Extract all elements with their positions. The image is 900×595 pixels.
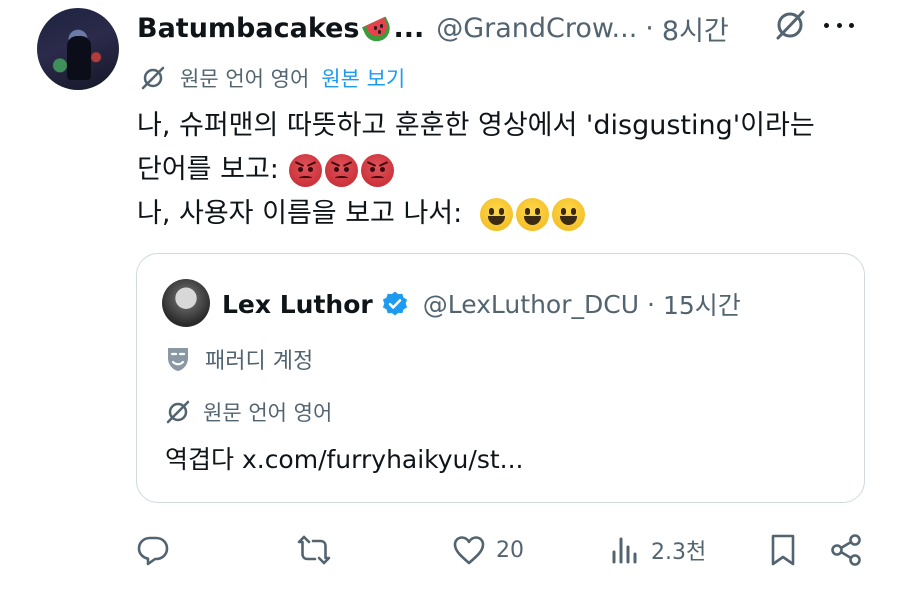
parody-label-row: 패러디 계정 (165, 341, 313, 377)
tweet-actions-bar: 20 2.3천 (0, 524, 900, 576)
quoted-separator: · (647, 289, 655, 319)
like-count: 20 (496, 537, 524, 563)
header-separator: · (645, 12, 654, 44)
angry-face-icon (324, 153, 358, 187)
show-original-link[interactable]: 원본 보기 (321, 63, 405, 93)
views-icon (612, 537, 637, 564)
repost-button[interactable] (296, 524, 332, 576)
tweet-header: Batumbacakes ... @GrandCrow... · 8시간 (137, 8, 880, 48)
quoted-translate-label: 원문 언어 영어 (203, 401, 333, 425)
author-handle[interactable]: @GrandCrow... (436, 13, 637, 44)
translate-label: 원문 언어 영어 (180, 67, 310, 91)
angry-face-icon (288, 153, 322, 187)
reply-button[interactable] (136, 524, 170, 576)
quoted-time[interactable]: 15시간 (663, 286, 741, 322)
heart-icon (453, 536, 485, 565)
views-button[interactable]: 2.3천 (609, 524, 706, 576)
bookmark-icon (771, 534, 795, 566)
parody-label: 패러디 계정 (205, 349, 314, 374)
views-count: 2.3천 (651, 540, 707, 565)
grinning-face-icon (516, 197, 550, 231)
author-display-name[interactable]: Batumbacakes (137, 13, 359, 44)
quoted-author-name[interactable]: Lex Luthor (222, 290, 373, 319)
share-icon (831, 534, 861, 566)
tweet-line-1: 나, 슈퍼맨의 따뜻하고 훈훈한 영상에서 'disgusting'이라는 (137, 110, 815, 141)
translate-icon (166, 400, 190, 424)
reply-icon (137, 536, 169, 566)
quoted-author-handle[interactable]: @LexLuthor_DCU (423, 290, 639, 319)
name-ellipsis: ... (393, 12, 425, 44)
angry-face-icon (360, 153, 394, 187)
watermelon-icon (362, 15, 395, 46)
share-button[interactable] (829, 524, 863, 576)
translate-icon (141, 66, 165, 90)
parody-mask-icon (168, 348, 188, 371)
translate-row: 원문 언어 영어 원본 보기 (140, 62, 405, 94)
grinning-face-icon (480, 197, 514, 231)
quoted-author-avatar[interactable] (162, 279, 210, 327)
tweet-line-2: 단어를 보고: (137, 154, 279, 185)
verified-badge-icon (382, 291, 407, 316)
quoted-tweet-header: Lex Luthor @LexLuthor_DCU · 15시간 (222, 284, 741, 324)
bookmark-button[interactable] (768, 524, 798, 576)
more-options-icon[interactable] (822, 10, 856, 40)
repost-icon (297, 535, 331, 565)
author-avatar[interactable] (37, 8, 119, 90)
like-button[interactable]: 20 (452, 524, 524, 576)
quoted-tweet-card[interactable]: Lex Luthor @LexLuthor_DCU · 15시간 패러디 계정 … (136, 253, 865, 503)
quoted-translate-row: 원문 언어 영어 (165, 396, 332, 428)
grok-icon[interactable] (773, 8, 807, 42)
tweet-body: 나, 슈퍼맨의 따뜻하고 훈훈한 영상에서 'disgusting'이라는 단어… (137, 104, 867, 236)
tweet-line-3: 나, 사용자 이름을 보고 나서: (137, 198, 463, 229)
quoted-tweet-text[interactable]: 역겹다 x.com/furryhaikyu/st... (165, 440, 524, 476)
tweet-time[interactable]: 8시간 (662, 9, 729, 48)
grinning-face-icon (552, 197, 586, 231)
